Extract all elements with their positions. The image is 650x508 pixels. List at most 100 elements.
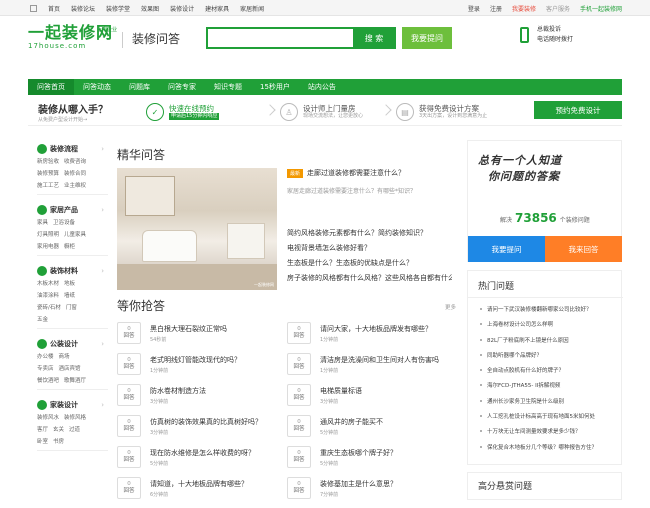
category-head[interactable]: 公装设计 › [28,338,108,350]
nav-item-feed[interactable]: 问答动态 [74,79,120,95]
nav-item-library[interactable]: 问题库 [120,79,159,95]
category-link[interactable]: 油漆涂料 [37,291,59,299]
question-item[interactable]: 0 回答 清洁房是洗澡间和卫生间对人有伤害吗 1分钟前 [287,353,452,384]
top-link-gallery[interactable]: 效果图 [141,4,159,13]
category-head[interactable]: 家装设计 › [28,399,108,411]
category-link[interactable]: 施工工艺 [37,181,59,189]
featured-image[interactable]: 一起装修网 [117,168,277,290]
hot-question-item[interactable]: 十万块无让车间测量效要求是多少钱？ [480,427,620,442]
category-link[interactable]: 卫浴设备 [53,218,75,226]
site-logo[interactable]: 一起装修网 17house.com 上市企业 [28,24,118,54]
question-item[interactable]: 0 回答 防水卷材制造方法 3分钟前 [117,384,282,415]
category-link[interactable]: 装修预算 [37,169,59,177]
hot-question-item[interactable]: 全自动点胶机有什么好的牌子？ [480,366,620,381]
category-link[interactable]: 餐饮酒吧 [37,376,59,384]
question-item[interactable]: 0 回答 现在防水维修是怎么样收费的呀？ 5分钟前 [117,446,282,477]
question-item[interactable]: 0 回答 请问大家，十大地板品牌发有哪些？ 1分钟前 [287,322,452,353]
nav-item-users[interactable]: 15秒用户 [251,79,299,95]
category-link[interactable]: 收费咨询 [64,157,86,165]
question-item[interactable]: 0 回答 仿真树的装饰效果真的比真树好吗？ 3分钟前 [117,415,282,446]
nav-item-experts[interactable]: 问答专家 [159,79,205,95]
top-link-news[interactable]: 家居新闻 [240,4,264,13]
appointment-button[interactable]: 预约免费设计 [534,101,622,119]
waiting-more-link[interactable]: 更多 [445,303,456,311]
top-desc-text: 家居走廊过道装修需要注意什么？有哪些*知识？ [287,188,417,195]
company-join-link[interactable]: 我要装修 [512,4,536,13]
category-link[interactable]: 五金 [37,315,48,323]
question-item[interactable]: 0 回答 装修基加主是什么意思？ 7分钟前 [287,477,452,508]
category-link[interactable]: 门窗 [66,303,77,311]
category-link[interactable]: 瓷砖/石材 [37,303,61,311]
top-link-school[interactable]: 装修学堂 [106,4,130,13]
search-input[interactable] [208,29,356,47]
featured-question[interactable]: 电视背景墙怎么装修好看？ [287,243,452,253]
question-text: 黑白根大理石裂纹正常吗 [150,325,227,333]
category-link[interactable]: 灯具照明 [37,230,59,238]
ask-question-button[interactable]: 我要提问 [402,27,452,49]
register-link[interactable]: 注册 [490,4,502,13]
category-link[interactable]: 办公楼 [37,352,54,360]
featured-question[interactable]: 简约风格装修元素都有什么？简约装修知识？ [287,228,452,238]
hot-question-item[interactable]: 同助听器哪个品牌好？ [480,351,620,366]
question-item[interactable]: 0 回答 黑白根大理石裂纹正常吗 54秒前 [117,322,282,353]
category-link[interactable]: 业主维权 [64,181,86,189]
category-link[interactable]: 酒店宾馆 [59,364,81,372]
category-link[interactable]: 过道 [69,425,80,433]
category-link[interactable]: 卧室 [37,437,48,445]
question-item[interactable]: 0 回答 老式明线灯管能改现代的吗？ 1分钟前 [117,353,282,384]
search-button[interactable]: 搜 索 [353,27,395,49]
category-link[interactable]: 新房验收 [37,157,59,165]
hot-question-item[interactable]: 海尔FCD-JTHA55- II拆解视频 [480,381,620,396]
category-link[interactable]: 儿童家具 [64,230,86,238]
category-link[interactable]: 装修风水 [37,413,59,421]
featured-top-question[interactable]: 最新 走廊过道装修都需要注意什么？ [287,168,452,178]
nav-item-topics[interactable]: 知识专题 [205,79,251,95]
hot-question-item[interactable]: 请问一下武汉装修楼翻新哪家公司比较好？ [480,305,620,320]
question-text: 通风井的房子能买不 [320,418,383,426]
category-link[interactable]: 客厅 [37,425,48,433]
hot-question-item[interactable]: 上海卷材设计公司怎么样啊 [480,320,620,335]
promo-ask-button[interactable]: 我要提问 [468,236,545,262]
category-link[interactable]: 装修合同 [64,169,86,177]
category-head[interactable]: 装修流程 › [28,143,108,155]
hot-question-item[interactable]: 82L厂子粉底刷不上镜是什么原因 [480,336,620,351]
question-item[interactable]: 0 回答 重庆生态板哪个牌子好？ 5分钟前 [287,446,452,477]
nav-item-notice[interactable]: 站内公告 [299,79,345,95]
question-item[interactable]: 0 回答 通风井的房子能买不 5分钟前 [287,415,452,446]
top-link-design[interactable]: 装修设计 [170,4,194,13]
promo-answer-button[interactable]: 我来回答 [545,236,622,262]
solved-counter: 解决 73856 个装修问题 [500,211,590,225]
hot-question-item[interactable]: 保化复合木地板分几个等级？哪种报告方住？ [480,443,620,458]
category-link[interactable]: 书房 [53,437,64,445]
category-link[interactable]: 专卖店 [37,364,54,372]
category-link[interactable]: 商场 [59,352,70,360]
category-link[interactable]: 木板木材 [37,279,59,287]
nav-item-home[interactable]: 问答首页 [28,79,74,95]
featured-question[interactable]: 房子装修的风格都有什么风格？这些风格各自都有什么特点？ [287,273,452,283]
login-link[interactable]: 登录 [468,4,480,13]
category-title: 家居产品 [50,206,78,214]
category-link[interactable]: 墙纸 [64,291,75,299]
featured-question[interactable]: 生态板是什么？生态板的优缺点是什么？ [287,258,452,268]
question-item[interactable]: 0 回答 电梯质量标语 3分钟前 [287,384,452,415]
hot-divider [468,297,623,298]
category-link[interactable]: 地板 [64,279,75,287]
question-item[interactable]: 0 回答 请知道，十大地板品牌有哪些？ 6分钟前 [117,477,282,508]
top-link-materials[interactable]: 建材家具 [205,4,229,13]
category-head[interactable]: 家居产品 › [28,204,108,216]
top-link-forum[interactable]: 装修论坛 [71,4,95,13]
hot-question-item[interactable]: 人工挖孔桩设计标高高于现有地面5米如何处 [480,412,620,427]
mobile-link[interactable]: 手机一起装修网 [580,4,622,13]
category-link[interactable]: 家具 [37,218,48,226]
category-link[interactable]: 装修风格 [64,413,86,421]
category-link[interactable]: 家用电器 [37,242,59,250]
band-subtitle[interactable]: 从免费户型设计开始→ [38,116,87,123]
category-link[interactable]: 橱柜 [64,242,75,250]
category-head[interactable]: 装饰材料 › [28,265,108,277]
category-icon [37,144,47,154]
category-link[interactable]: 玄关 [53,425,64,433]
service-link[interactable]: 客户服务 [546,4,570,13]
hot-question-item[interactable]: 通州长沙家务卫生院是什么级别 [480,397,620,412]
top-link-home[interactable]: 首页 [48,4,60,13]
category-link[interactable]: 歌舞酒厅 [64,376,86,384]
